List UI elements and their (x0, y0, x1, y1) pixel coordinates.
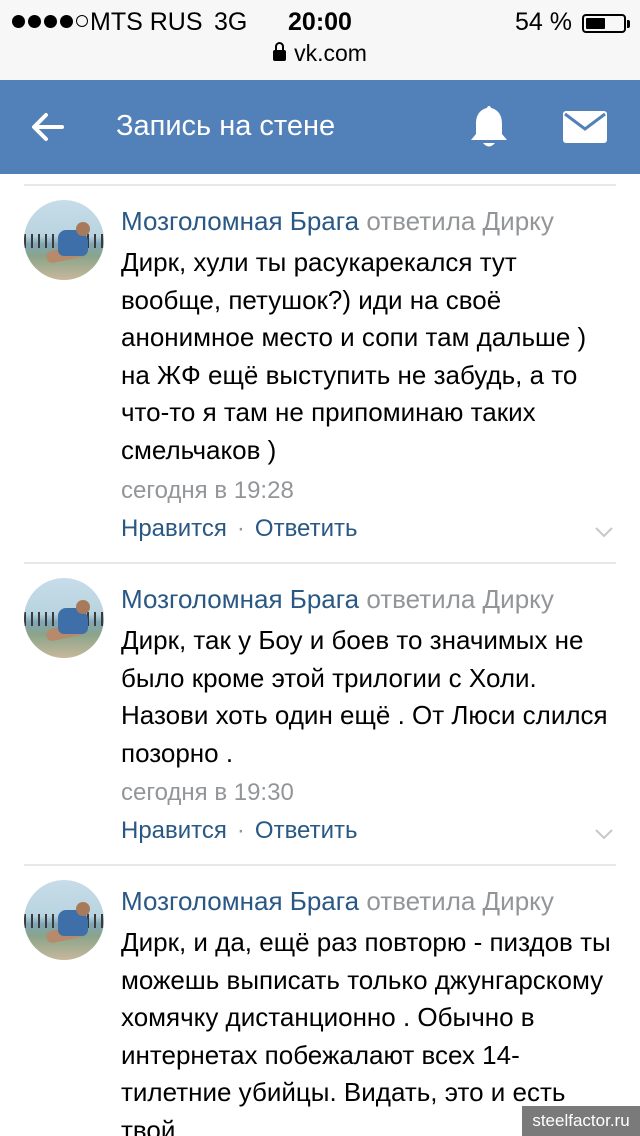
comment-text: Дирк, хули ты расукарекался тут вообще, … (121, 247, 587, 465)
chevron-down-icon[interactable] (594, 828, 614, 840)
notifications-bell-icon[interactable] (466, 102, 512, 152)
reply-link[interactable]: Ответить (255, 817, 358, 844)
app-header: Запись на стене (0, 80, 640, 174)
comment-date: сегодня в 19:28 (121, 477, 294, 504)
battery-percent: 54 % (515, 8, 572, 36)
author-name-link[interactable]: Мозголомная Брага (121, 886, 359, 916)
comment-text: Дирк, и да, ещё раз повторю - пиздов ты … (121, 927, 611, 1136)
comment-header: Мозголомная Брага ответила Дирку (121, 206, 554, 237)
back-arrow-icon[interactable] (28, 107, 68, 147)
page-title: Запись на стене (116, 110, 336, 142)
replied-to-text[interactable]: ответила Дирку (366, 206, 553, 236)
avatar[interactable] (24, 880, 104, 960)
like-link[interactable]: Нравится (121, 515, 227, 542)
messages-envelope-icon[interactable] (562, 110, 608, 144)
divider (24, 864, 616, 866)
author-name-link[interactable]: Мозголомная Брага (121, 206, 359, 236)
watermark: steelfactor.ru (522, 1106, 640, 1136)
url-text: vk.com (294, 40, 367, 66)
comment-header: Мозголомная Брага ответила Дирку (121, 584, 554, 615)
avatar[interactable] (24, 200, 104, 280)
address-bar[interactable]: vk.com (0, 40, 640, 67)
replied-to-text[interactable]: ответила Дирку (366, 886, 553, 916)
battery-icon (582, 14, 630, 33)
divider (24, 562, 616, 564)
comment-date: сегодня в 19:30 (121, 779, 294, 806)
divider (24, 184, 616, 186)
comment-header: Мозголомная Брага ответила Дирку (121, 886, 554, 917)
like-link[interactable]: Нравится (121, 817, 227, 844)
status-bar: MTS RUS 3G 20:00 54 % vk.com (0, 0, 640, 80)
comment-actions: Нравится · Ответить (121, 817, 358, 844)
avatar[interactable] (24, 578, 104, 658)
author-name-link[interactable]: Мозголомная Брага (121, 584, 359, 614)
replied-to-text[interactable]: ответила Дирку (366, 584, 553, 614)
lock-icon (273, 42, 287, 61)
chevron-down-icon[interactable] (594, 526, 614, 538)
comment-text: Дирк, так у Боу и боев то значимых не бы… (121, 625, 608, 768)
reply-link[interactable]: Ответить (255, 515, 358, 542)
comment-actions: Нравится · Ответить (121, 515, 358, 542)
